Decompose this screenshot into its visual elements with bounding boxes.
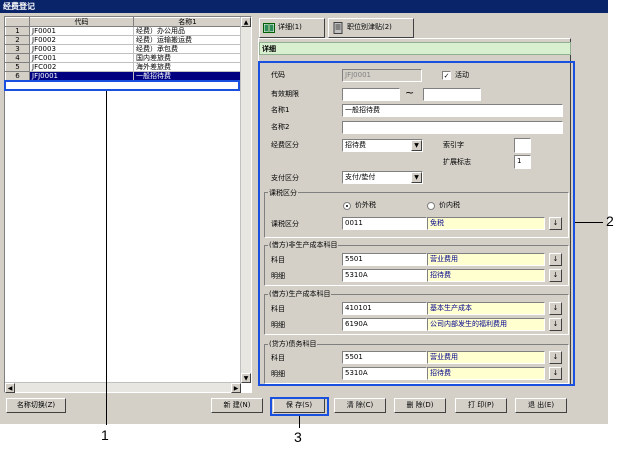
cell-code[interactable]: JF0003 [29,44,134,54]
callout-line-1 [106,91,107,425]
document-icon [332,22,344,34]
cell-name[interactable]: 国内差旅费 [133,53,242,63]
column-header-code[interactable]: 代码 [29,17,134,27]
cell-name[interactable]: 经费）办公用品 [133,26,242,36]
expense-list[interactable]: 代码 名称1 1 JF0001 经费）办公用品 2 JF0002 经费）运输搬运… [4,16,252,393]
table-row[interactable]: 3 JF0003 经费）承包费 [5,44,242,54]
table-row[interactable]: 2 JF0002 经费）运输搬运费 [5,35,242,45]
window-title: 经费登记 [0,0,608,13]
book-icon [263,22,275,34]
cell-name[interactable]: 经费）运输搬运费 [133,35,242,45]
scroll-up-icon[interactable]: ▲ [241,17,251,27]
row-number: 4 [5,53,30,63]
row-number: 2 [5,35,30,45]
cell-code[interactable]: JFC002 [29,62,134,72]
table-row[interactable]: 4 JFC001 国内差旅费 [5,53,242,63]
highlight-save-button [270,397,329,416]
detail-header: 详细 [259,42,571,55]
name-switch-button[interactable]: 名称切换(Z) [6,398,66,413]
table-row[interactable]: 5 JFC002 海外差旅费 [5,62,242,72]
scroll-left-icon[interactable]: ◀ [5,383,15,393]
cell-name[interactable]: 海外差旅费 [133,62,242,72]
callout-line-3 [299,416,300,428]
row-number-header [5,17,30,27]
callout-1: 1 [101,427,109,443]
clear-button[interactable]: 清 除(C) [334,398,386,413]
tab-detail-label: 详细(1) [278,23,302,31]
tab-position-allowance[interactable]: 职位别津贴(2) [328,18,414,38]
highlight-detail-panel [258,61,575,386]
callout-2: 2 [606,213,614,229]
row-number: 1 [5,26,30,36]
delete-button[interactable]: 删 除(D) [394,398,446,413]
horizontal-scrollbar[interactable]: ◀ ▶ [5,382,241,393]
highlight-selected-row [4,80,240,91]
column-header-name1[interactable]: 名称1 [133,17,242,27]
tab-detail[interactable]: 详细(1) [259,18,325,38]
table-row[interactable]: 1 JF0001 经费）办公用品 [5,26,242,36]
callout-line-2 [575,222,603,223]
expense-table: 代码 名称1 1 JF0001 经费）办公用品 2 JF0002 经费）运输搬运… [5,17,242,81]
cell-code[interactable]: JF0002 [29,35,134,45]
new-button[interactable]: 新 建(N) [211,398,263,413]
row-number: 3 [5,44,30,54]
cell-name[interactable]: 经费）承包费 [133,44,242,54]
table-header-row: 代码 名称1 [5,17,242,27]
cell-code[interactable]: JF0001 [29,26,134,36]
print-button[interactable]: 打 印(P) [455,398,507,413]
scroll-right-icon[interactable]: ▶ [231,383,241,393]
exit-button[interactable]: 退 出(E) [515,398,567,413]
cell-code[interactable]: JFC001 [29,53,134,63]
callout-3: 3 [294,429,302,445]
row-number: 5 [5,62,30,72]
vertical-scrollbar[interactable]: ▲ ▼ [240,17,251,383]
tab-position-allowance-label: 职位别津贴(2) [347,23,392,31]
scroll-down-icon[interactable]: ▼ [241,373,251,383]
